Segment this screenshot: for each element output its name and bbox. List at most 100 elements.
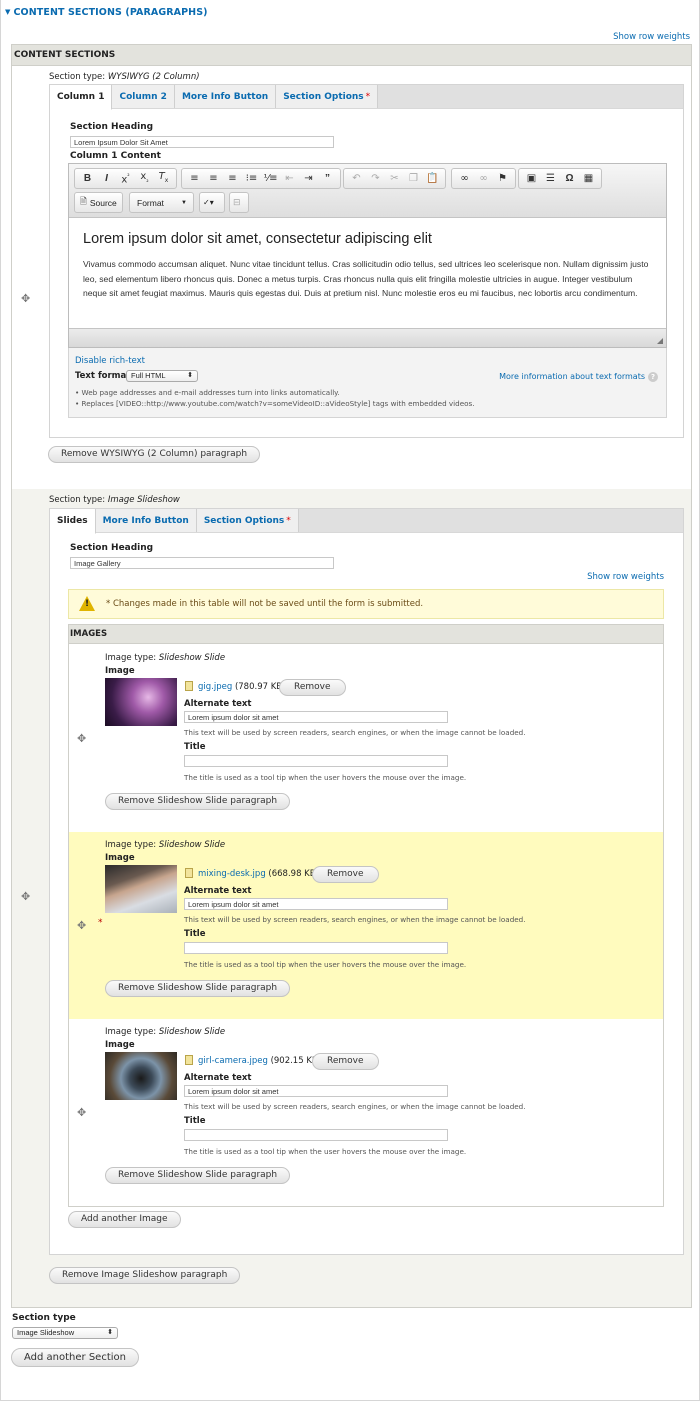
superscript-icon[interactable]: x² <box>116 167 135 189</box>
image-type-prefix: Image type: <box>105 653 157 663</box>
paste-text-icon[interactable]: 📋 <box>423 169 442 188</box>
format-dropdown[interactable]: Format ▼ <box>129 192 194 213</box>
section-type-value: Image Slideshow <box>107 495 180 505</box>
drag-handle-icon[interactable]: ✥ <box>77 733 86 744</box>
section-type-prefix: Section type: <box>49 495 106 505</box>
drag-handle-icon[interactable]: ✥ <box>21 293 30 304</box>
resize-handle-icon[interactable] <box>657 338 663 344</box>
add-another-section-button[interactable]: Add another Section <box>11 1348 139 1367</box>
alt-text-help: This text will be used by screen readers… <box>184 1102 526 1111</box>
tab-more-info-button[interactable]: More Info Button <box>95 509 197 532</box>
remove-file-button[interactable]: Remove <box>312 1053 379 1070</box>
file-link[interactable]: gig.jpeg <box>198 682 232 692</box>
more-info-label: More information about text formats <box>499 372 645 381</box>
show-row-weights-link[interactable]: Show row weights <box>587 572 664 582</box>
subscript-icon[interactable]: x₂ <box>135 167 154 190</box>
title-help: The title is used as a tool tip when the… <box>184 1147 467 1156</box>
remove-image-slideshow-button[interactable]: Remove Image Slideshow paragraph <box>49 1267 241 1284</box>
image-type-label: Image type: Slideshow Slide <box>105 653 225 663</box>
section-type-label: Section type: WYSIWYG (2 Column) <box>49 72 200 82</box>
align-center-icon[interactable]: ≡ <box>204 169 223 188</box>
add-another-image-button[interactable]: Add another Image <box>68 1211 181 1228</box>
text-format-select[interactable]: Full HTML ⬍ <box>126 370 198 382</box>
tab-section-options[interactable]: Section Options * <box>276 85 379 108</box>
file-name: gig.jpeg (780.97 KB) <box>198 682 285 692</box>
drag-handle-icon[interactable]: ✥ <box>21 891 30 902</box>
alt-text-input[interactable]: Lorem ipsum dolor sit amet <box>184 1085 448 1097</box>
unlink-icon[interactable]: ∞ <box>474 169 493 188</box>
show-blocks-button[interactable]: ⊟ <box>229 192 249 213</box>
title-input[interactable] <box>184 942 448 954</box>
copy-icon[interactable]: ❐ <box>404 169 423 188</box>
format-tip-text: Web page addresses and e-mail addresses … <box>81 388 340 397</box>
remove-file-button[interactable]: Remove <box>312 866 379 883</box>
tab-section-options[interactable]: Section Options * <box>196 509 299 532</box>
spellcheck-button[interactable]: ✓▾ <box>199 192 225 213</box>
tab-more-info-button[interactable]: More Info Button <box>174 85 277 108</box>
horizontal-rule-icon[interactable]: ☰ <box>541 169 560 188</box>
tab-column-2[interactable]: Column 2 <box>112 85 175 108</box>
section-heading-label: Section Heading <box>70 543 154 553</box>
image-label: Image <box>105 853 135 863</box>
alt-text-input[interactable]: Lorem ipsum dolor sit amet <box>184 711 448 723</box>
file-link[interactable]: mixing-desk.jpg <box>198 869 266 879</box>
anchor-flag-icon[interactable]: ⚑ <box>493 169 512 188</box>
show-row-weights-link[interactable]: Show row weights <box>613 32 690 42</box>
image-type-value: Slideshow Slide <box>158 840 226 850</box>
rich-text-editor: B I x² x₂ Tx ≡ ≡ ≡ ⁝≡ ⅟≡ ⇤ ⇥ ” ↶ ↷ ✂ ❐ 📋… <box>68 163 667 348</box>
file-link[interactable]: girl-camera.jpeg <box>198 1056 268 1066</box>
alt-text-input[interactable]: Lorem ipsum dolor sit amet <box>184 898 448 910</box>
content-sections-header: CONTENT SECTIONS <box>12 45 691 66</box>
link-icon[interactable]: ∞ <box>455 169 474 188</box>
remove-format-icon[interactable]: Tx <box>154 167 173 190</box>
tab-label: Section Options <box>283 92 364 102</box>
remove-slide-button[interactable]: Remove Slideshow Slide paragraph <box>105 793 291 810</box>
outdent-icon[interactable]: ⇤ <box>280 169 299 188</box>
bulleted-list-icon[interactable]: ⁝≡ <box>242 169 261 188</box>
source-button[interactable]: 🗎 Source <box>74 192 123 213</box>
source-icon: 🗎 <box>80 195 87 206</box>
special-char-icon[interactable]: Ω <box>560 169 579 188</box>
unsaved-changes-warning: ! * Changes made in this table will not … <box>68 589 664 619</box>
image-icon[interactable]: ▣ <box>522 169 541 188</box>
remove-wysiwyg-button[interactable]: Remove WYSIWYG (2 Column) paragraph <box>48 446 261 463</box>
drag-handle-icon[interactable]: ✥ <box>77 1107 86 1118</box>
indent-icon[interactable]: ⇥ <box>299 169 318 188</box>
section-heading-input[interactable]: Image Gallery <box>70 557 334 569</box>
blockquote-icon[interactable]: ” <box>318 169 337 188</box>
fieldset-legend[interactable]: ▼ CONTENT SECTIONS (PARAGRAPHS) <box>5 7 208 18</box>
image-type-value: Slideshow Slide <box>158 653 226 663</box>
italic-icon[interactable]: I <box>97 169 116 188</box>
redo-icon[interactable]: ↷ <box>366 169 385 188</box>
editor-content[interactable]: Lorem ipsum dolor sit amet, consectetur … <box>69 218 666 328</box>
title-input[interactable] <box>184 755 448 767</box>
remove-slide-button[interactable]: Remove Slideshow Slide paragraph <box>105 1167 291 1184</box>
remove-slide-button[interactable]: Remove Slideshow Slide paragraph <box>105 980 291 997</box>
toolbar-group-paragraph: ≡ ≡ ≡ ⁝≡ ⅟≡ ⇤ ⇥ ” <box>181 168 341 189</box>
numbered-list-icon[interactable]: ⅟≡ <box>261 169 280 188</box>
editor-statusbar <box>69 328 666 347</box>
undo-icon[interactable]: ↶ <box>347 169 366 188</box>
tab-slides[interactable]: Slides <box>50 509 96 534</box>
section-heading-input[interactable]: Lorem Ipsum Dolor Sit Amet <box>70 136 334 148</box>
section-type-select[interactable]: Image Slideshow ⬍ <box>12 1327 118 1339</box>
tab-column-1[interactable]: Column 1 <box>50 85 113 110</box>
remove-file-button[interactable]: Remove <box>279 679 346 696</box>
drag-handle-icon[interactable]: ✥ <box>77 920 86 931</box>
align-right-icon[interactable]: ≡ <box>223 169 242 188</box>
column-1-content-label: Column 1 Content <box>70 151 161 161</box>
disable-rich-text-link[interactable]: Disable rich-text <box>75 356 145 366</box>
cut-icon[interactable]: ✂ <box>385 169 404 188</box>
image-thumbnail <box>105 1052 177 1100</box>
align-left-icon[interactable]: ≡ <box>185 169 204 188</box>
text-format-label: Text format <box>75 371 131 381</box>
bold-icon[interactable]: B <box>78 169 97 188</box>
table-icon[interactable]: ▦ <box>579 169 598 188</box>
image-type-value: Slideshow Slide <box>158 1027 226 1037</box>
slide-row: ✥ Image type: Slideshow Slide Image gig.… <box>69 645 663 832</box>
title-input[interactable] <box>184 1129 448 1141</box>
editor-paragraph: Vivamus commodo accumsan aliquet. Nunc v… <box>83 259 649 298</box>
format-tip-text: Replaces [VIDEO::http://www.youtube.com/… <box>81 399 475 408</box>
more-info-text-formats-link[interactable]: More information about text formats? <box>499 372 658 382</box>
slide-row: ✥ Image type: Slideshow Slide Image girl… <box>69 1019 663 1206</box>
